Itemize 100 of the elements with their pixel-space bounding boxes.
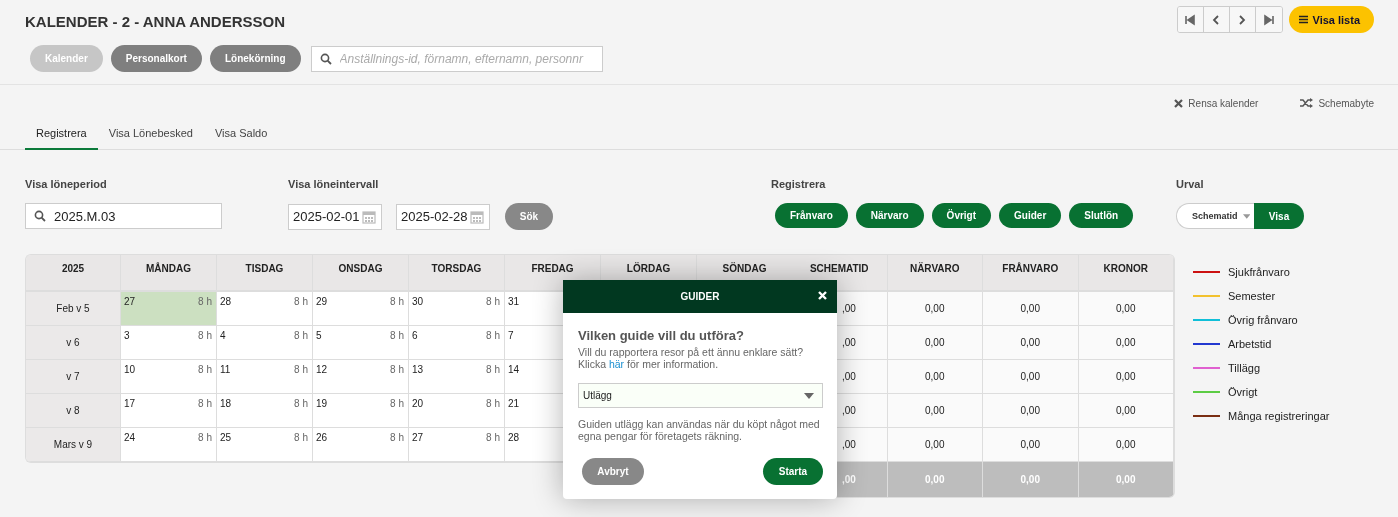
day-cell[interactable]: 17 8 h [121,394,217,428]
day-cell[interactable]: 13 8 h [409,360,505,394]
next-icon [1236,13,1248,26]
day-cell[interactable]: 25 8 h [217,428,313,462]
legend-label: Övrig frånvaro [1228,314,1298,326]
close-button[interactable] [818,291,827,300]
table-cell: 0,00 [887,428,983,462]
guide-dropdown[interactable]: Utlägg [578,383,823,408]
column-header: ONSDAG [313,255,409,292]
column-header: KRONOR [1078,255,1174,292]
legend-label: Övrigt [1228,386,1258,398]
table-cell: 0,00 [1078,428,1174,462]
table-cell: 0,00 [983,292,1079,326]
total-cell: 0,00 [887,462,983,497]
day-cell[interactable]: 11 8 h [217,360,313,394]
week-label: Mars v 9 [26,428,121,462]
column-header: 2025 [26,255,121,292]
last-page-icon [1262,13,1275,26]
close-icon [1174,98,1184,108]
filter-dropdown[interactable]: Schematid [1176,203,1254,229]
day-cell[interactable]: 6 8 h [409,326,505,360]
week-label: Feb v 5 [26,292,121,326]
table-cell: 0,00 [983,326,1079,360]
list-button[interactable]: Visa lista [1288,6,1374,33]
toolbar-link[interactable]: Rensa kalender [1174,96,1259,110]
register-button[interactable]: Övrigt [931,203,992,228]
table-cell: 0,00 [1078,292,1174,326]
table-cell: 0,00 [1078,360,1174,394]
day-cell[interactable]: 5 8 h [313,326,409,360]
legend-label: Många registreringar [1228,410,1330,422]
table-cell: 0,00 [1078,394,1174,428]
cancel-button[interactable]: Avbryt [582,458,644,485]
section-label: Urval [1176,178,1205,192]
page-title: KALENDER - 2 - ANNA ANDERSSON [25,13,286,30]
date-field[interactable]: 2025-02-28 [396,203,490,230]
register-button[interactable]: Guider [999,203,1062,228]
table-cell: 0,00 [887,292,983,326]
table-cell: 0,00 [983,360,1079,394]
week-label: v 8 [26,394,121,428]
day-cell[interactable]: 20 8 h [409,394,505,428]
date-field[interactable]: 2025-02-01 [288,203,382,230]
info-link[interactable]: här [608,358,625,370]
column-header: TORSDAG [409,255,505,292]
day-cell[interactable]: 24 8 h [121,428,217,462]
table-cell: 0,00 [983,428,1079,462]
search-field[interactable]: Anställnings-id, förnamn, efternamn, personnr [310,45,603,72]
week-label: v 7 [26,360,121,394]
column-header: TISDAG [217,255,313,292]
day-cell[interactable]: 18 8 h [217,394,313,428]
dialog-title: GUIDER [680,291,720,302]
start-button[interactable]: Starta [763,458,823,485]
tab[interactable]: Visa Lönebesked [97,120,204,150]
legend-label: Arbetstid [1228,338,1272,350]
search-button[interactable]: Sök [505,203,553,230]
day-cell[interactable]: 19 8 h [313,394,409,428]
table-cell: 0,00 [887,360,983,394]
pager-button[interactable] [1177,7,1204,32]
day-cell[interactable]: 26 8 h [313,428,409,462]
table-cell: 0,00 [983,394,1079,428]
period-field[interactable]: 2025.M.03 [25,203,222,229]
search-icon [34,210,46,222]
column-header: NÄRVARO [887,255,983,292]
legend-label: Tillägg [1228,362,1260,374]
week-label: v 6 [26,326,121,360]
day-cell[interactable]: 27 8 h [409,428,505,462]
previous-icon [1210,13,1222,26]
close-icon [818,291,827,300]
table-cell: 0,00 [887,326,983,360]
shuffle-icon [1300,98,1314,108]
module-button[interactable]: Lönekörning [209,45,301,72]
show-button[interactable]: Visa [1254,203,1304,229]
column-header: FRÅNVARO [983,255,1079,292]
register-button[interactable]: Slutlön [1069,203,1134,228]
day-cell[interactable]: 27 8 h [121,292,217,326]
total-cell: 0,00 [1078,462,1174,497]
section-label: Registrera [771,178,827,192]
total-cell: 0,00 [983,462,1079,497]
day-cell[interactable]: 3 8 h [121,326,217,360]
legend-label: Semester [1228,290,1276,302]
register-button[interactable]: Närvaro [855,203,924,228]
table-cell: 0,00 [887,394,983,428]
day-cell[interactable]: 29 8 h [313,292,409,326]
toolbar-link[interactable]: Schemabyte [1300,96,1374,110]
day-cell[interactable]: 30 8 h [409,292,505,326]
day-cell[interactable]: 10 8 h [121,360,217,394]
field-label: Visa löneintervall [288,178,380,192]
column-header: MÅNDAG [121,255,217,292]
menu-icon [1298,15,1308,24]
tab[interactable]: Registrera [25,120,98,150]
register-button[interactable]: Frånvaro [775,203,848,228]
day-cell[interactable]: 4 8 h [217,326,313,360]
field-label: Visa löneperiod [25,178,108,192]
day-cell[interactable]: 12 8 h [313,360,409,394]
module-button[interactable]: Personalkort [110,45,202,72]
first-page-icon [1184,13,1196,26]
legend-label: Sjukfrånvaro [1228,266,1290,278]
tab[interactable]: Visa Saldo [203,120,279,150]
search-icon [319,52,332,65]
day-cell[interactable]: 28 8 h [217,292,313,326]
caret-icon [804,392,814,399]
